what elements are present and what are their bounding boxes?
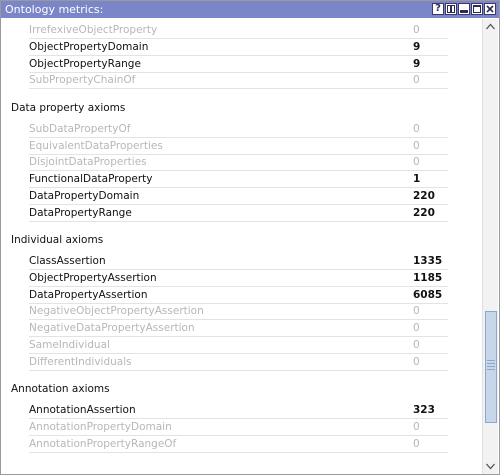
maximize-button[interactable] bbox=[471, 3, 483, 15]
metric-row: SubDataPropertyOf 0 bbox=[1, 121, 481, 138]
metric-label: DataPropertyAssertion bbox=[29, 288, 148, 301]
metric-label: IrrefexiveObjectProperty bbox=[29, 24, 158, 36]
metric-label: SubDataPropertyOf bbox=[29, 122, 131, 135]
metric-value: 1185 bbox=[413, 271, 443, 284]
metric-label: SameIndividual bbox=[29, 339, 110, 351]
metric-value: 1 bbox=[413, 173, 421, 186]
metric-row: ObjectPropertyAssertion 1185 bbox=[1, 270, 481, 287]
row-divider bbox=[29, 369, 448, 371]
metric-value: 0 bbox=[413, 156, 420, 169]
metric-label: NegativeDataPropertyAssertion bbox=[29, 322, 195, 335]
metric-row: SubPropertyChainOf 0 bbox=[1, 72, 481, 90]
metric-row: EquivalentDataProperties 0 bbox=[1, 138, 481, 155]
metric-row: DataPropertyDomain 220 bbox=[1, 188, 481, 205]
metric-row: AnnotationPropertyDomain 0 bbox=[1, 419, 481, 436]
metric-label: ClassAssertion bbox=[29, 255, 106, 267]
metric-row: ObjectPropertyRange 9 bbox=[1, 56, 481, 73]
maximize-icon bbox=[473, 5, 481, 13]
metric-value: 1335 bbox=[413, 255, 443, 267]
metric-row: SameIndividual 0 bbox=[1, 337, 481, 354]
metric-label: DataPropertyRange bbox=[29, 206, 132, 219]
metric-label: EquivalentDataProperties bbox=[29, 139, 163, 152]
help-icon: ? bbox=[435, 3, 441, 14]
row-divider bbox=[29, 220, 448, 222]
metric-label: DataPropertyDomain bbox=[29, 189, 140, 202]
metric-label: SubPropertyChainOf bbox=[29, 74, 136, 87]
close-button[interactable] bbox=[484, 3, 496, 15]
metric-label: ObjectPropertyAssertion bbox=[29, 271, 157, 284]
metric-row: AnnotationAssertion 323 bbox=[1, 402, 481, 420]
metric-value: 0 bbox=[413, 355, 420, 368]
metric-value: 6085 bbox=[413, 288, 443, 301]
section-title: Annotation axioms bbox=[11, 383, 110, 396]
metric-row: ClassAssertion 1335 bbox=[1, 253, 481, 270]
scroll-up-button[interactable] bbox=[483, 19, 498, 34]
split-button[interactable] bbox=[445, 3, 457, 15]
metric-row: NegativeObjectPropertyAssertion 0 bbox=[1, 303, 481, 321]
metric-row: AnnotationPropertyRangeOf 0 bbox=[1, 436, 481, 453]
metric-value: 0 bbox=[413, 305, 420, 318]
metric-value: 0 bbox=[413, 437, 420, 450]
metric-row: DataPropertyAssertion 6085 bbox=[1, 287, 481, 304]
metric-label: AnnotationAssertion bbox=[29, 404, 136, 417]
metric-row: NegativeDataPropertyAssertion 0 bbox=[1, 320, 481, 338]
metric-value: 9 bbox=[413, 57, 421, 70]
metric-value: 220 bbox=[413, 206, 435, 219]
metric-value: 9 bbox=[413, 40, 421, 53]
metric-label: DisjointDataProperties bbox=[29, 156, 147, 169]
metric-row: FunctionalDataProperty 1 bbox=[1, 171, 481, 189]
metric-value: 0 bbox=[413, 122, 420, 135]
metric-value: 0 bbox=[413, 24, 420, 36]
metric-value: 0 bbox=[413, 420, 420, 433]
metric-row: ObjectPropertyDomain 9 bbox=[1, 39, 481, 56]
metric-row: DifferentIndividuals 0 bbox=[1, 354, 481, 371]
scroll-down-button[interactable] bbox=[483, 459, 498, 474]
scrollbar-grip bbox=[487, 360, 495, 371]
section-title: Data property axioms bbox=[11, 101, 126, 114]
metric-value: 0 bbox=[413, 339, 420, 351]
metrics-list: IrrefexiveObjectProperty 0 ObjectPropertyD… bbox=[1, 19, 481, 474]
chevron-down-icon bbox=[486, 463, 495, 470]
metric-label: ObjectPropertyDomain bbox=[29, 40, 149, 53]
metric-value: 0 bbox=[413, 322, 420, 335]
metric-row: IrrefexiveObjectProperty 0 bbox=[1, 22, 481, 39]
row-divider bbox=[29, 451, 448, 453]
metric-label: NegativeObjectPropertyAssertion bbox=[29, 305, 204, 318]
split-icon bbox=[447, 5, 455, 13]
minimize-icon bbox=[460, 10, 468, 13]
chevron-up-icon bbox=[486, 23, 495, 30]
metric-label: AnnotationPropertyDomain bbox=[29, 420, 172, 433]
window-title: Ontology metrics: bbox=[5, 3, 104, 16]
title-bar: Ontology metrics: ? bbox=[1, 1, 499, 18]
metric-label: ObjectPropertyRange bbox=[29, 57, 141, 70]
section-title: Individual axioms bbox=[11, 234, 104, 246]
metric-label: FunctionalDataProperty bbox=[29, 173, 153, 186]
vertical-scrollbar[interactable] bbox=[482, 19, 498, 474]
minimize-button[interactable] bbox=[458, 3, 470, 15]
row-divider bbox=[29, 88, 448, 90]
metric-value: 0 bbox=[413, 139, 420, 152]
metric-row: DataPropertyRange 220 bbox=[1, 205, 481, 222]
metric-value: 0 bbox=[413, 74, 420, 87]
title-bar-buttons: ? bbox=[432, 3, 496, 15]
ontology-metrics-window: Ontology metrics: ? IrrefexiveObjectProp… bbox=[0, 0, 500, 475]
close-icon bbox=[486, 5, 494, 13]
scrollbar-thumb[interactable] bbox=[485, 311, 497, 424]
metric-value: 323 bbox=[413, 404, 435, 417]
metric-label: AnnotationPropertyRangeOf bbox=[29, 437, 177, 450]
help-button[interactable]: ? bbox=[432, 3, 444, 15]
metric-value: 220 bbox=[413, 189, 435, 202]
metric-label: DifferentIndividuals bbox=[29, 355, 132, 368]
metric-row: DisjointDataProperties 0 bbox=[1, 154, 481, 172]
